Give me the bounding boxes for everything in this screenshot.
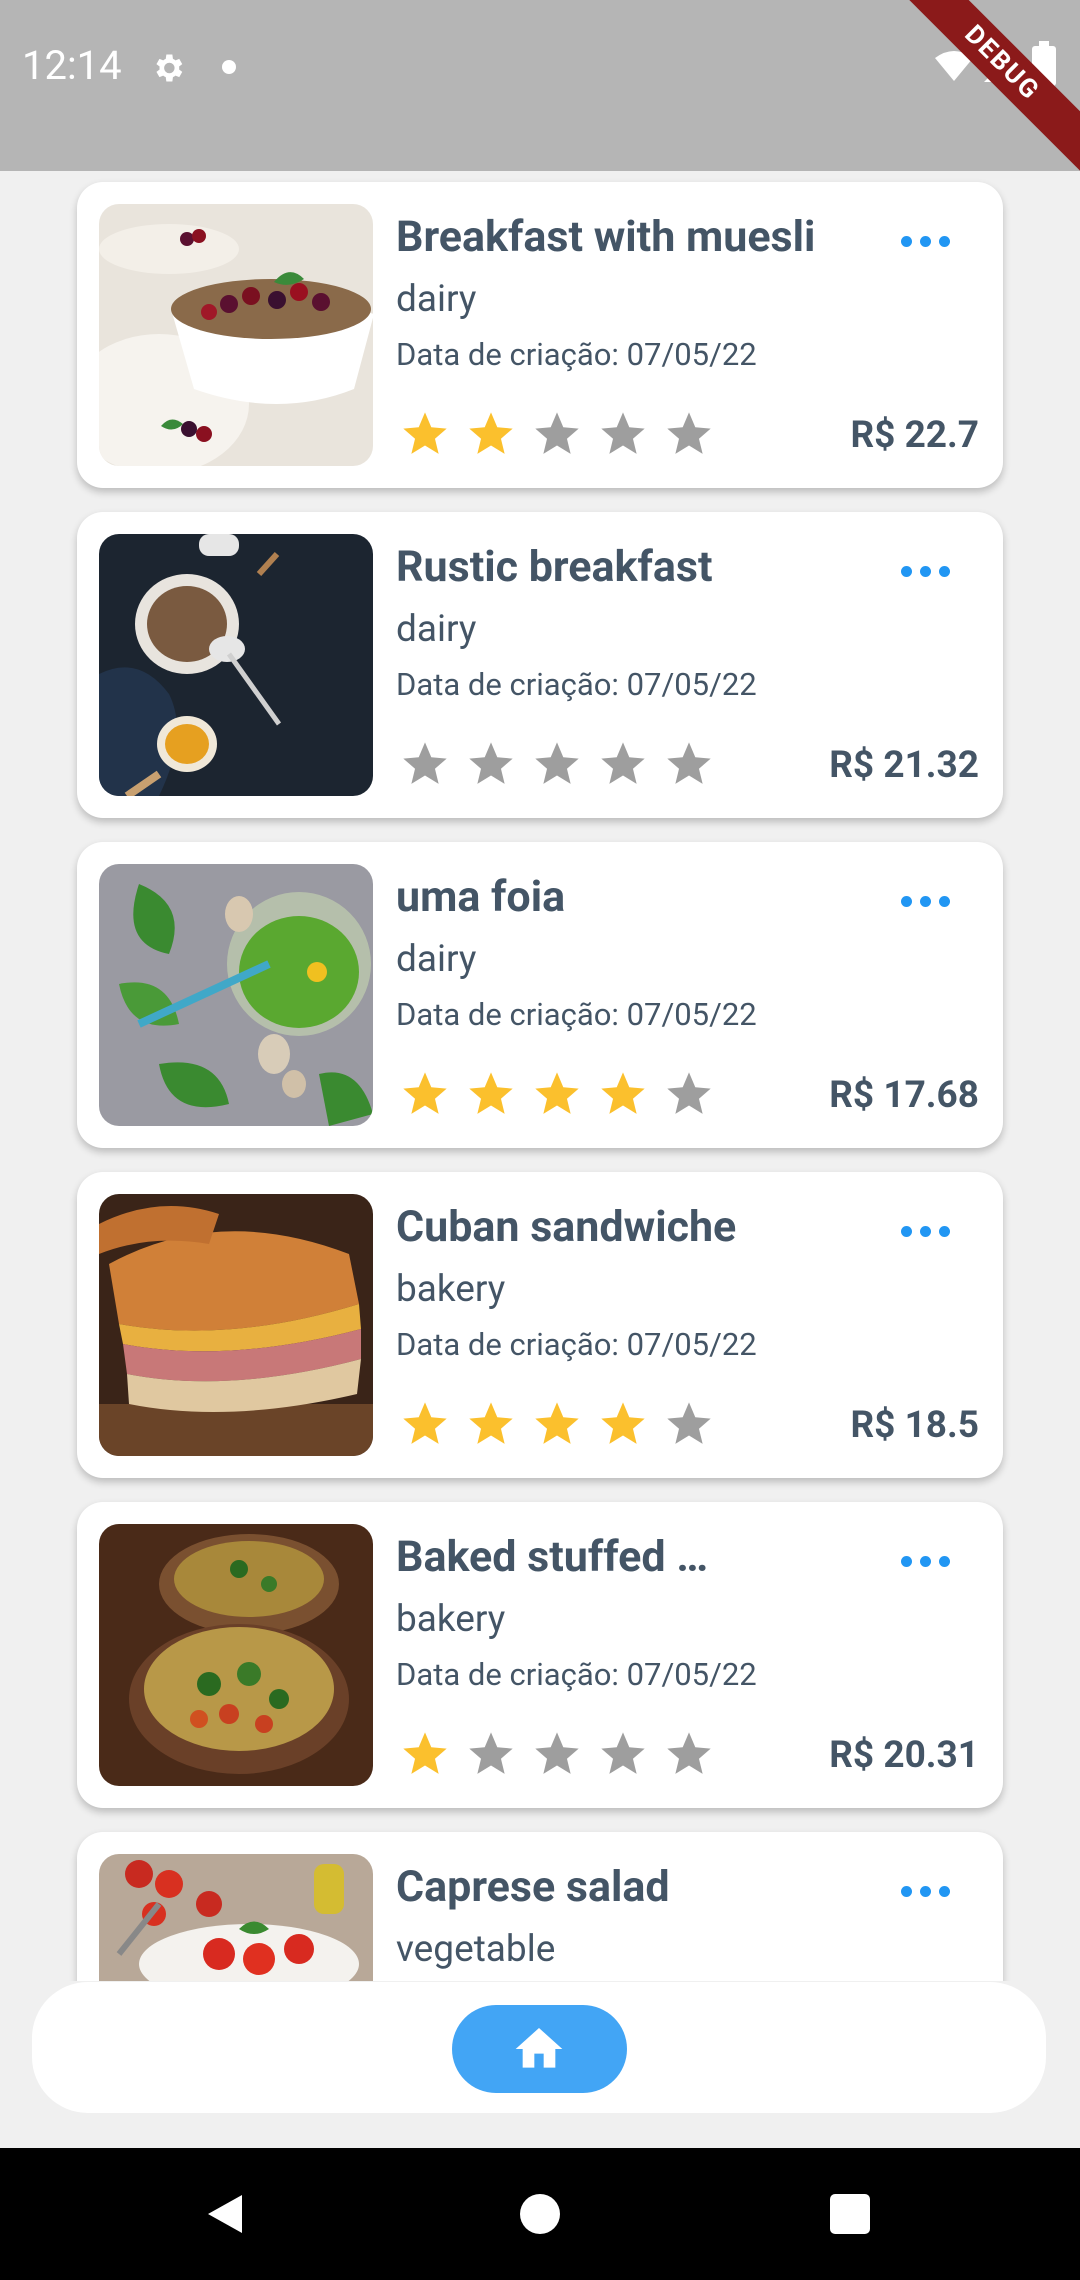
recipe-card[interactable]: Caprese salad vegetable — [77, 1832, 1003, 1981]
recipe-date: Data de criação: 07/05/22 — [396, 666, 757, 703]
star-filled-icon[interactable] — [597, 1398, 649, 1450]
star-empty-icon[interactable] — [597, 408, 649, 460]
recipe-price: R$ 21.32 — [829, 744, 979, 787]
recipe-category: dairy — [396, 608, 477, 651]
star-filled-icon[interactable] — [465, 408, 517, 460]
recipe-price: R$ 17.68 — [829, 1074, 979, 1117]
recipe-title: Breakfast with muesli — [396, 212, 816, 262]
recipe-title: Rustic breakfast — [396, 542, 713, 592]
gear-icon — [156, 54, 183, 82]
star-empty-icon[interactable] — [663, 1398, 715, 1450]
star-filled-icon[interactable] — [531, 1398, 583, 1450]
recipe-price: R$ 20.31 — [829, 1734, 979, 1777]
recipe-list[interactable]: Breakfast with muesli dairy Data de cria… — [0, 171, 1080, 1981]
status-time: 12:14 — [22, 42, 122, 89]
system-navigation-bar — [0, 2148, 1080, 2280]
star-empty-icon[interactable] — [531, 738, 583, 790]
recipe-title: uma foia — [396, 872, 566, 922]
star-filled-icon[interactable] — [399, 1728, 451, 1780]
star-empty-icon[interactable] — [663, 738, 715, 790]
recipe-image-cuban-sandwich — [99, 1194, 373, 1456]
recipe-image-muesli-bowl — [99, 204, 373, 466]
more-options-button[interactable] — [901, 1554, 951, 1574]
star-empty-icon[interactable] — [531, 1728, 583, 1780]
more-options-button[interactable] — [901, 1224, 951, 1244]
star-empty-icon[interactable] — [663, 1068, 715, 1120]
status-bar: 12:14 DEBUG — [0, 0, 1080, 184]
home-button[interactable] — [452, 2005, 627, 2093]
recipe-image-stuffed-mushroom — [99, 1524, 373, 1786]
star-empty-icon[interactable] — [399, 738, 451, 790]
recipe-image-caprese-salad — [99, 1854, 373, 1981]
more-options-button[interactable] — [901, 1884, 951, 1904]
notification-dot-icon — [222, 60, 236, 74]
star-filled-icon[interactable] — [399, 1068, 451, 1120]
star-empty-icon[interactable] — [663, 1728, 715, 1780]
recipe-card[interactable]: Baked stuffed … bakery Data de criação: … — [77, 1502, 1003, 1808]
recipe-date: Data de criação: 07/05/22 — [396, 1656, 757, 1693]
recipe-title: Caprese salad — [396, 1862, 670, 1912]
recents-icon[interactable] — [830, 2194, 870, 2234]
recipe-date: Data de criação: 07/05/22 — [396, 336, 757, 373]
recipe-card[interactable]: Breakfast with muesli dairy Data de cria… — [77, 182, 1003, 488]
more-options-button[interactable] — [901, 564, 951, 584]
recipe-category: bakery — [396, 1598, 506, 1641]
recipe-date: Data de criação: 07/05/22 — [396, 1326, 757, 1363]
recipe-title: Cuban sandwiche — [396, 1202, 737, 1252]
home-circle-icon[interactable] — [520, 2194, 560, 2234]
recipe-category: dairy — [396, 938, 477, 981]
recipe-price: R$ 22.7 — [850, 414, 979, 457]
star-filled-icon[interactable] — [597, 1068, 649, 1120]
recipe-category: bakery — [396, 1268, 506, 1311]
star-empty-icon[interactable] — [597, 738, 649, 790]
star-filled-icon[interactable] — [465, 1398, 517, 1450]
more-options-button[interactable] — [901, 234, 951, 254]
star-filled-icon[interactable] — [531, 1068, 583, 1120]
recipe-image-green-smoothie — [99, 864, 373, 1126]
recipe-card[interactable]: Cuban sandwiche bakery Data de criação: … — [77, 1172, 1003, 1478]
star-empty-icon[interactable] — [663, 408, 715, 460]
star-empty-icon[interactable] — [465, 1728, 517, 1780]
bottom-navigation-bar — [32, 1982, 1046, 2113]
recipe-card[interactable]: Rustic breakfast dairy Data de criação: … — [77, 512, 1003, 818]
star-filled-icon[interactable] — [399, 1398, 451, 1450]
star-empty-icon[interactable] — [465, 738, 517, 790]
recipe-category: dairy — [396, 278, 477, 321]
home-icon — [515, 2028, 563, 2068]
debug-banner: DEBUG — [881, 0, 1080, 184]
star-empty-icon[interactable] — [597, 1728, 649, 1780]
recipe-title: Baked stuffed … — [396, 1532, 709, 1582]
star-filled-icon[interactable] — [399, 408, 451, 460]
star-empty-icon[interactable] — [531, 408, 583, 460]
recipe-card[interactable]: uma foia dairy Data de criação: 07/05/22… — [77, 842, 1003, 1148]
recipe-image-rustic-breakfast — [99, 534, 373, 796]
star-filled-icon[interactable] — [465, 1068, 517, 1120]
back-icon[interactable] — [206, 2193, 244, 2235]
more-options-button[interactable] — [901, 894, 951, 914]
recipe-price: R$ 18.5 — [850, 1404, 979, 1447]
recipe-category: vegetable — [396, 1928, 556, 1971]
recipe-date: Data de criação: 07/05/22 — [396, 996, 757, 1033]
